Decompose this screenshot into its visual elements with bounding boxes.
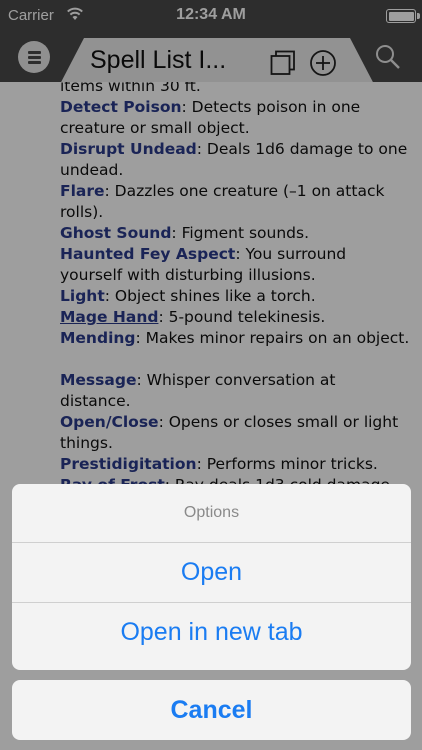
cancel-button[interactable]: Cancel [12,680,411,740]
options-action-sheet: Options Open Open in new tab [12,484,411,670]
open-button[interactable]: Open [12,543,411,602]
open-in-new-tab-button[interactable]: Open in new tab [12,603,411,662]
action-sheet-title: Options [183,504,240,521]
